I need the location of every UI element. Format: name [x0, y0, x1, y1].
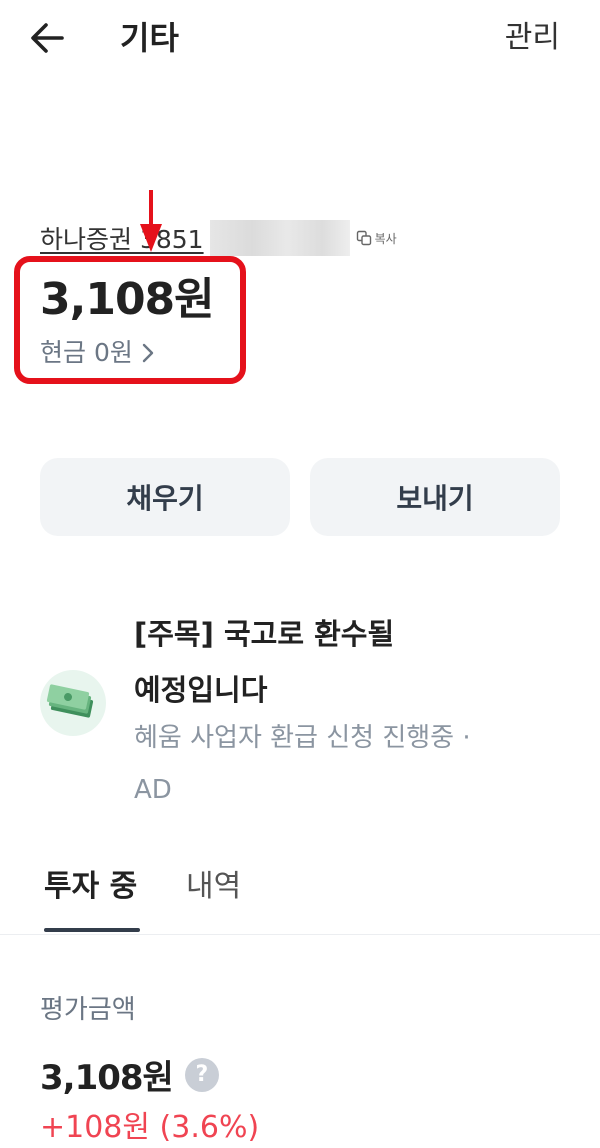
valuation-label: 평가금액 [40, 995, 136, 1025]
valuation-row: 3,108원 ? [40, 1050, 219, 1099]
page-title: 기타 [120, 19, 179, 57]
account-name[interactable]: 하나증권 3851 [40, 220, 204, 256]
manage-button[interactable]: 관리 [505, 18, 560, 58]
valuation-amount: 3,108원 [40, 1058, 174, 1098]
ad-title-line: 예정입니다 [134, 673, 268, 707]
help-icon[interactable]: ? [184, 1057, 219, 1092]
account-row: 하나증권 3851 복사 [40, 220, 397, 256]
back-arrow-icon [31, 23, 64, 53]
send-button[interactable]: 보내기 [310, 458, 560, 536]
valuation-change: +108원 (3.6%) [40, 1110, 260, 1145]
ad-subtitle-line: 혜움 사업자 환급 신청 진행중 · [134, 723, 471, 753]
annotation-arrow-icon [140, 190, 162, 252]
money-stack-icon [40, 670, 106, 736]
masked-account-number [209, 220, 350, 256]
ad-title[interactable]: [주목] 국고로 환수될 예정입니다 [134, 606, 554, 718]
ad-label: AD [134, 775, 172, 805]
annotation-highlight-box [14, 256, 246, 384]
copy-button[interactable]: 복사 [356, 230, 397, 247]
copy-label: 복사 [374, 231, 397, 246]
active-tab-indicator [44, 928, 140, 932]
tab-bar: 투자 중 내역 [0, 862, 600, 935]
tab-investing[interactable]: 투자 중 [44, 862, 137, 912]
ad-subtitle: 혜움 사업자 환급 신청 진행중 · AD [134, 712, 554, 816]
copy-icon [356, 230, 371, 246]
tab-history[interactable]: 내역 [186, 862, 241, 912]
fill-button[interactable]: 채우기 [40, 458, 290, 536]
ad-title-line: [주목] 국고로 환수될 [134, 617, 395, 651]
back-button[interactable] [26, 18, 70, 58]
